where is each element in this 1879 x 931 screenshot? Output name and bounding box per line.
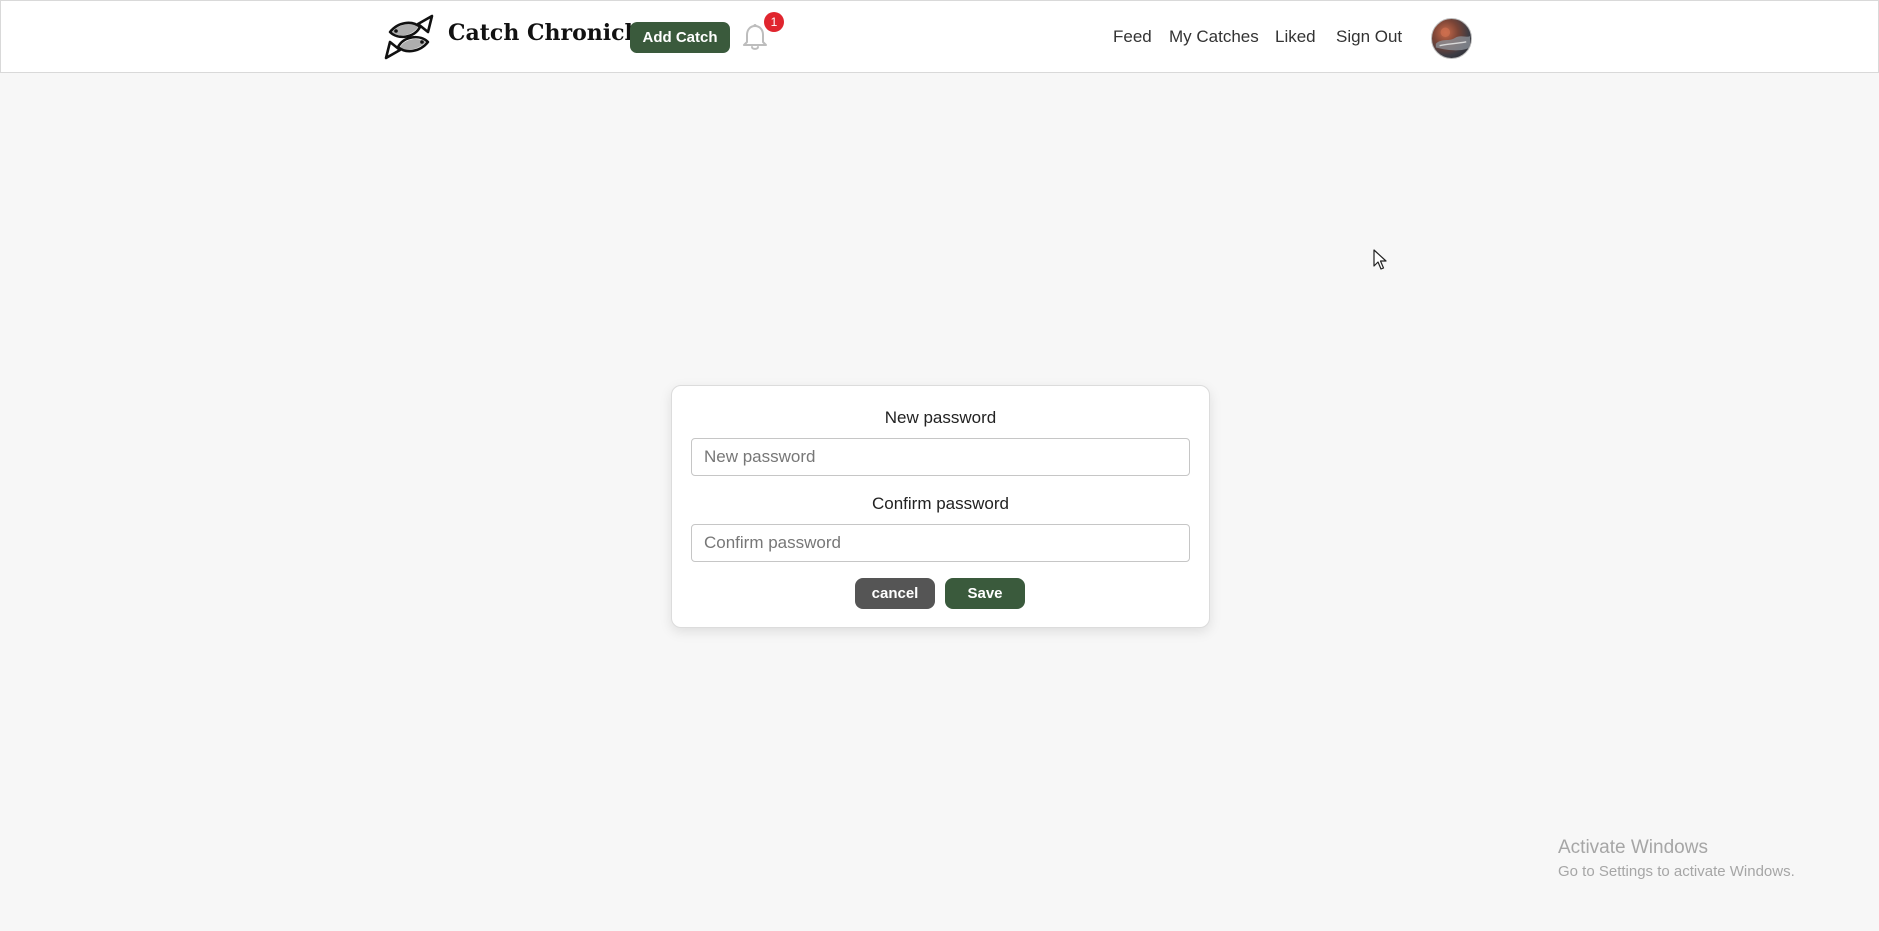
cancel-button[interactable]: cancel (855, 578, 935, 609)
confirm-password-label: Confirm password (872, 494, 1009, 513)
nav-my-catches-link[interactable]: My Catches (1169, 27, 1259, 47)
top-navbar: Catch Chronicle Add Catch 1 Feed My Catc… (0, 0, 1879, 73)
watermark-subtitle: Go to Settings to activate Windows. (1558, 863, 1795, 880)
add-catch-button[interactable]: Add Catch (630, 22, 730, 53)
mouse-cursor-icon (1373, 249, 1387, 270)
notification-badge: 1 (764, 12, 784, 32)
notification-bell-icon[interactable] (742, 23, 768, 51)
confirm-password-input[interactable] (691, 524, 1190, 562)
nav-sign-out-link[interactable]: Sign Out (1336, 27, 1402, 47)
change-password-card: New password Confirm password cancel Sav… (671, 385, 1210, 628)
new-password-label: New password (884, 408, 997, 427)
new-password-input[interactable] (691, 438, 1190, 476)
brand-title[interactable]: Catch Chronicle (448, 20, 647, 46)
user-avatar[interactable] (1431, 18, 1472, 59)
fish-logo-icon[interactable] (384, 14, 434, 60)
save-button[interactable]: Save (945, 578, 1025, 609)
windows-activation-watermark: Activate Windows Go to Settings to activ… (1558, 837, 1795, 880)
watermark-title: Activate Windows (1558, 837, 1708, 858)
nav-feed-link[interactable]: Feed (1113, 27, 1152, 47)
nav-liked-link[interactable]: Liked (1275, 27, 1316, 47)
